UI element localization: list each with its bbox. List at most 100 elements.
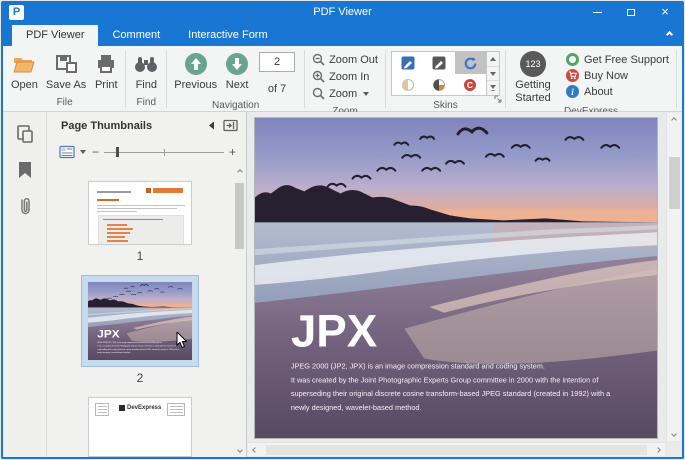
getting-started-icon: 123 [520,51,546,77]
scroll-down-button[interactable] [238,443,242,457]
thumbnail-page-1-label: 1 [137,249,144,263]
skin-item-dark[interactable] [423,52,454,74]
slider-tick [164,149,165,156]
chevron-up-icon [237,169,243,175]
previous-label: Previous [174,79,217,91]
next-page-icon [225,51,249,77]
panel-collapse-button[interactable] [208,121,215,130]
zoom-in-label: Zoom In [329,71,369,83]
skin-item-blue[interactable] [392,52,423,74]
triangle-left-icon [208,121,215,130]
scroll-right-button[interactable] [651,448,665,452]
slider-thumb[interactable] [116,147,119,157]
ribbon-group-navigation: Previous Next of 7 Navigation [168,48,303,111]
next-label: Next [226,79,249,91]
skin-item-dark-orange[interactable] [423,74,454,95]
thumbnail-page-1[interactable] [88,181,192,245]
thumbnail-options-button[interactable] [59,145,86,159]
panel-title: Page Thumbnails [61,120,200,132]
document-line: JPEG 2000 (JP2, JPX) is an image compres… [291,361,545,370]
ribbon-group-skins: C Skins [387,48,504,111]
skin-item-tan[interactable] [392,74,423,95]
getting-started-label: Getting Started [509,79,557,105]
paperclip-icon [17,195,33,217]
ribbon-group-zoom: Zoom Out Zoom In Zoom Zoom [306,48,384,111]
print-button[interactable]: Print [90,48,122,92]
zoom-out-icon [312,53,325,66]
document-heading: JPX [97,329,120,341]
horizontal-scrollbar[interactable] [248,442,665,456]
blue-skin-icon [401,56,415,70]
ribbon-collapse-button[interactable] [667,24,672,42]
getting-started-button[interactable]: 123 Getting Started [509,48,557,105]
tab-pdf-viewer[interactable]: PDF Viewer [12,25,98,46]
group-separator [125,50,126,108]
open-folder-icon [12,51,36,77]
ribbon: Open Save As Print File [3,46,682,112]
page-thumbnails-tab[interactable] [12,122,38,146]
dropdown-arrow-icon [80,150,86,154]
chevron-down-icon [671,431,677,437]
tab-comment[interactable]: Comment [98,25,174,46]
thumbnail-page-3[interactable]: DevExpress [88,397,192,457]
scroll-down-button[interactable] [672,427,676,441]
scroll-up-button[interactable] [238,165,242,179]
print-icon [94,51,118,77]
skins-dialog-launcher[interactable] [494,90,502,108]
about-label: About [584,86,613,98]
triangle-up-icon [490,57,496,61]
minimize-button[interactable] [580,1,614,23]
get-free-support-button[interactable]: Get Free Support [566,53,669,66]
zoom-out-label: Zoom Out [329,54,378,66]
scrollbar-thumb[interactable] [235,183,244,249]
find-button[interactable]: Find [129,48,163,92]
bookmark-icon [17,161,33,179]
chevron-down-icon [237,447,243,453]
tab-interactive-form[interactable]: Interactive Form [174,25,281,46]
zoom-out-button[interactable]: Zoom Out [312,52,378,67]
mouse-cursor [176,332,188,354]
pdf-page[interactable]: JPX JPEG 2000 (JP2, JPX) is an image com… [254,117,658,439]
minimize-icon [593,12,602,13]
scroll-up-button[interactable] [672,113,676,127]
thumbnail-scrollbar[interactable] [233,165,246,457]
bookmarks-tab[interactable] [12,158,38,182]
thumbnail-page-2-selected[interactable]: JPX JPEG 2000 (JP2, JPX) is an image com… [81,275,199,367]
titlebar: P PDF Viewer × [3,1,682,23]
thumbnail-options-icon [59,145,75,159]
open-button[interactable]: Open [7,48,42,92]
scrollbar-thumb[interactable] [669,157,680,209]
previous-button[interactable]: Previous [170,48,221,92]
buy-now-button[interactable]: Buy Now [566,69,669,82]
scroll-left-button[interactable] [248,448,262,452]
close-button[interactable]: × [648,1,682,23]
document-line: It was created by the Joint Photographic… [291,375,600,384]
next-button[interactable]: Next [221,48,253,92]
vertical-scrollbar[interactable] [666,113,681,441]
zoom-menu-button[interactable]: Zoom [312,86,378,101]
red-skin-icon: C [463,78,477,92]
gallery-scroll-up-button[interactable] [487,52,499,67]
group-label-find: Find [129,96,163,111]
slider-minus-button[interactable]: − [92,147,99,157]
zoom-in-icon [312,70,325,83]
maximize-icon [627,9,635,16]
maximize-button[interactable] [614,1,648,23]
panel-dock-button[interactable] [223,119,238,132]
save-as-icon [54,51,78,77]
skin-item-selected[interactable] [455,52,486,74]
document-view[interactable]: JPX JPEG 2000 (JP2, JPX) is an image com… [247,112,682,457]
about-button[interactable]: i About [566,85,669,98]
slider-plus-button[interactable]: + [229,147,236,157]
slider-track[interactable] [104,147,224,157]
skin-item-red[interactable]: C [455,74,486,95]
page-number-input[interactable] [259,52,295,72]
dark-skin-icon [432,56,446,70]
save-as-button[interactable]: Save As [42,48,90,92]
attachments-tab[interactable] [12,194,38,218]
gallery-scroll-down-button[interactable] [487,67,499,82]
group-separator [166,50,167,108]
scrollbar-thumb[interactable] [266,445,647,455]
group-separator [385,50,386,108]
zoom-in-button[interactable]: Zoom In [312,69,378,84]
